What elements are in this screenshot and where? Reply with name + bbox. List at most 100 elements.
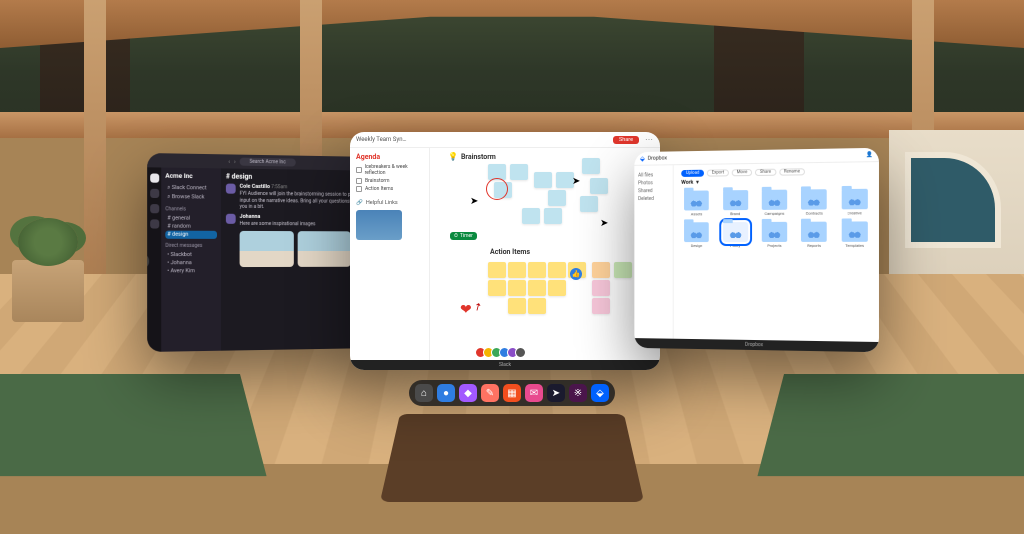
dock-app-home[interactable]: ⌂ — [415, 384, 433, 402]
sticky-note[interactable] — [488, 262, 506, 278]
dock-app-mail[interactable]: ✉ — [525, 384, 543, 402]
dm-item[interactable]: • Johanna — [165, 259, 217, 267]
checkbox-icon[interactable] — [356, 167, 362, 173]
dock-app-pointer[interactable]: ➤ — [547, 384, 565, 402]
action-chip[interactable]: Move — [732, 169, 752, 176]
workspace-icon[interactable] — [150, 219, 159, 228]
folder-item[interactable]: Design — [681, 222, 712, 248]
chevron-left-icon[interactable]: ‹ — [228, 158, 230, 165]
workspace-icon[interactable] — [150, 189, 159, 198]
agenda-item[interactable]: Icebreakers & week reflection — [356, 164, 423, 176]
sticky-note[interactable] — [592, 280, 610, 296]
agenda-item[interactable]: Brainstorm — [356, 178, 423, 184]
chevron-right-icon[interactable]: › — [234, 158, 236, 165]
dock-app-dropbox[interactable]: ⬙ — [591, 384, 609, 402]
folder-item[interactable]: Policy — [720, 222, 751, 248]
image-attachments — [240, 231, 368, 267]
avatar[interactable]: 👤 — [866, 151, 873, 157]
search-input[interactable]: Search Acme Inc — [240, 158, 296, 167]
sticky-note[interactable] — [544, 208, 562, 224]
folder-label: Assets — [691, 211, 703, 216]
avatar[interactable] — [515, 347, 526, 358]
emphasis-circle[interactable] — [486, 178, 508, 200]
folder-item[interactable]: Contracts — [798, 189, 830, 216]
sticky-note[interactable] — [528, 262, 546, 278]
action-chip[interactable]: Rename — [779, 168, 805, 175]
channel-header[interactable]: # design — [226, 172, 368, 182]
timer-badge[interactable]: ⏱Timer — [450, 232, 477, 240]
message[interactable]: Johanna Here are some inspirational imag… — [226, 213, 368, 227]
sticky-note[interactable] — [534, 172, 552, 188]
image-thumbnail[interactable] — [298, 231, 351, 267]
folder-item[interactable]: Brand — [720, 190, 751, 216]
whiteboard-canvas[interactable]: 💡 Brainstorm ➤ ➤ ➤ ⏱Timer Action Items — [430, 148, 660, 360]
sidebar-item[interactable]: ⌕ Slack Connect — [165, 184, 217, 194]
nav-item[interactable]: All files — [638, 172, 669, 178]
folder-item[interactable]: Creative — [838, 189, 871, 216]
checkbox-icon[interactable] — [356, 186, 362, 192]
nav-item[interactable]: Deleted — [638, 196, 669, 202]
sticky-note[interactable] — [580, 196, 598, 212]
more-icon[interactable]: ⋯ — [645, 135, 654, 144]
folder-item[interactable]: Reports — [798, 222, 830, 248]
folder-item[interactable]: Campaigns — [759, 190, 791, 216]
heart-icon[interactable]: ❤ — [460, 302, 472, 318]
dock-app-slack[interactable]: ※ — [569, 384, 587, 402]
dropbox-window[interactable]: ⬙ Dropbox 👤 All filesPhotosSharedDeleted… — [634, 148, 879, 352]
sticky-note[interactable] — [528, 280, 546, 296]
sticky-note[interactable] — [508, 262, 526, 278]
nav-item[interactable]: Shared — [638, 188, 669, 194]
dock-app-browser[interactable]: ● — [437, 384, 455, 402]
sticky-note[interactable] — [614, 262, 632, 278]
message-author: Johanna — [240, 213, 261, 219]
channel-item[interactable]: # general — [165, 214, 217, 222]
workspace-name[interactable]: Acme Inc — [165, 172, 217, 181]
workspace-icon[interactable] — [150, 204, 159, 213]
checkbox-icon[interactable] — [356, 178, 362, 184]
slack-window[interactable]: ✕ ‹ › Search Acme Inc Acme Inc ⌕ Slack C… — [147, 153, 372, 352]
brand-label: Dropbox — [648, 155, 667, 161]
dock-app-notes[interactable]: ✎ — [481, 384, 499, 402]
agenda-item[interactable]: Action Items — [356, 186, 423, 192]
nav-item[interactable]: Photos — [638, 180, 669, 186]
sticky-note[interactable] — [548, 190, 566, 206]
dm-item[interactable]: • Slackbot — [165, 251, 217, 259]
folder-item[interactable]: Templates — [838, 221, 871, 248]
sidebar-item[interactable]: ⌕ Browse Slack — [165, 193, 217, 203]
thumbs-up-icon[interactable]: 👍 — [570, 268, 582, 280]
sticky-note[interactable] — [548, 262, 566, 278]
sticky-note[interactable] — [592, 262, 610, 278]
folder-item[interactable]: Projects — [759, 222, 791, 248]
dms-heading[interactable]: Direct messages — [165, 243, 217, 249]
sticky-note[interactable] — [508, 280, 526, 296]
workspace-icon[interactable] — [150, 173, 159, 182]
sticky-note[interactable] — [590, 178, 608, 194]
share-button[interactable]: Share — [613, 136, 639, 144]
document-title[interactable]: Weekly Team Syn… — [356, 136, 407, 143]
folder-label: Projects — [767, 243, 781, 248]
sticky-note[interactable] — [582, 158, 600, 174]
dm-item[interactable]: • Avery Kim — [165, 267, 217, 275]
dock-app-figma[interactable]: ◆ — [459, 384, 477, 402]
sticky-note[interactable] — [548, 280, 566, 296]
whiteboard-window[interactable]: Weekly Team Syn… Share ⋯ Agenda Icebreak… — [350, 132, 660, 370]
channel-item[interactable]: # random — [165, 222, 217, 230]
sticky-note[interactable] — [522, 208, 540, 224]
app-dock[interactable]: ⌂●◆✎▦✉➤※⬙ — [409, 380, 615, 406]
sticky-note[interactable] — [488, 280, 506, 296]
sticky-note[interactable] — [528, 298, 546, 314]
folder-item[interactable]: Assets — [681, 190, 712, 216]
sticky-note[interactable] — [508, 298, 526, 314]
sticky-note[interactable] — [510, 164, 528, 180]
breadcrumb[interactable]: Work ▾ — [681, 178, 871, 186]
sticky-note[interactable] — [592, 298, 610, 314]
dock-app-sticky[interactable]: ▦ — [503, 384, 521, 402]
channel-item[interactable]: # design — [165, 231, 217, 239]
action-chip[interactable]: Share — [755, 169, 776, 176]
action-chip[interactable]: Export — [707, 169, 729, 176]
message[interactable]: Cole Castillo 7:55amFYI Audience will jo… — [226, 184, 368, 212]
action-chip[interactable]: Upload — [681, 170, 704, 177]
image-thumbnail[interactable] — [240, 231, 294, 267]
link-card[interactable] — [356, 210, 402, 240]
channels-heading[interactable]: Channels — [165, 206, 217, 212]
